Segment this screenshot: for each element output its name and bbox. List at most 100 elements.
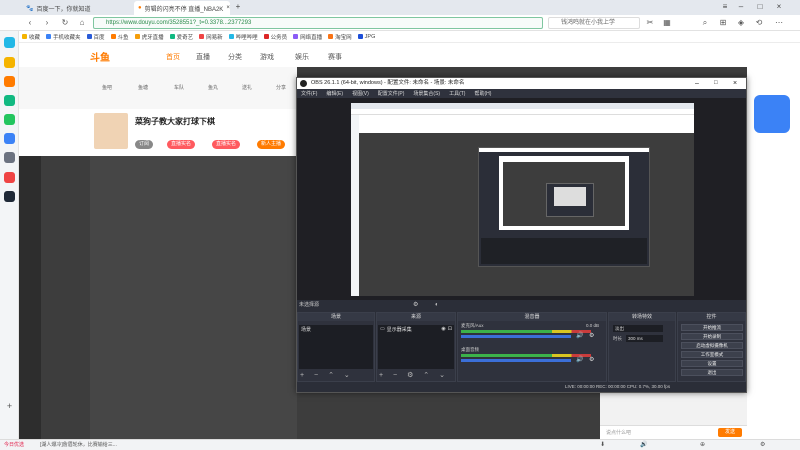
app-icon[interactable]	[4, 37, 15, 48]
gear-icon[interactable]: ⚙	[589, 332, 594, 339]
list-item[interactable]: 场景	[299, 325, 373, 334]
site-logo[interactable]: 斗鱼	[90, 49, 130, 64]
menu-file[interactable]: 文件(F)	[301, 90, 317, 97]
nav-home[interactable]: 首页	[166, 52, 180, 62]
bookmark-item[interactable]: 斗鱼	[110, 33, 129, 41]
exit-button[interactable]: 退出	[681, 369, 743, 376]
nav-live[interactable]: 直播	[196, 52, 210, 62]
mascot-image[interactable]	[754, 95, 790, 133]
transition-select[interactable]: 淡出	[613, 325, 663, 332]
gear-icon[interactable]: ⚙	[589, 356, 594, 363]
obs-preview-canvas[interactable]	[351, 103, 694, 296]
home-icon[interactable]: ⌂	[77, 18, 87, 28]
toolbar-item[interactable]: 分享	[266, 84, 296, 91]
app-icon[interactable]	[4, 152, 15, 163]
wechat-icon[interactable]	[4, 114, 15, 125]
shield-icon[interactable]: ◈	[736, 18, 746, 28]
bookmark-item[interactable]: 百度	[86, 33, 105, 41]
speaker-icon[interactable]: 🔊	[576, 332, 583, 339]
bookmark-item[interactable]: 网易新	[199, 33, 223, 41]
video-player[interactable]	[90, 156, 297, 439]
start-recording-button[interactable]: 开始录制	[681, 333, 743, 340]
menu-view[interactable]: 视图(V)	[352, 90, 369, 97]
nav-events[interactable]: 赛事	[328, 52, 342, 62]
close-icon[interactable]: ×	[226, 5, 230, 11]
bookmark-item[interactable]: 手机收藏夹	[46, 33, 81, 41]
volume-slider[interactable]	[461, 359, 571, 362]
tab-douyu[interactable]: ● 剪辑的闪亮不停 直播_NBA2K ×	[134, 1, 230, 15]
close-button[interactable]: ×	[733, 78, 737, 89]
bookmark-item[interactable]: 虎牙直播	[134, 33, 164, 41]
extensions-icon[interactable]: ⊞	[718, 18, 728, 28]
bookmark-item[interactable]: 淘宝网	[328, 33, 352, 41]
dock-controls[interactable]: + − ⌃ ⌄	[300, 371, 354, 379]
menu-profile[interactable]: 配置文件(P)	[378, 90, 405, 97]
chip[interactable]: 直播实名	[167, 140, 196, 149]
dock-controls[interactable]: + − ⚙ ⌃ ⌄	[379, 371, 449, 379]
download-icon[interactable]: ⬇	[600, 440, 605, 450]
filter-icon[interactable]: ◐	[435, 300, 439, 310]
bookmark-item[interactable]: 爱奇艺	[169, 33, 193, 41]
url-input[interactable]: https://www.douyu.com/3528551?_t=0.3378.…	[93, 17, 543, 29]
forward-icon[interactable]: ›	[42, 18, 52, 28]
toolbar-item[interactable]: 鱼塘	[128, 84, 158, 91]
nav-entertainment[interactable]: 娱乐	[295, 52, 309, 62]
tab-baidu[interactable]: 🐾 百度一下，你就知道	[22, 1, 132, 15]
scissors-icon[interactable]: ✂	[645, 18, 655, 28]
chip[interactable]: 新人主播	[257, 140, 286, 149]
daily-picks-link[interactable]: 今日优选	[4, 440, 24, 450]
toolbar-item[interactable]: 鱼丸	[198, 84, 228, 91]
gear-icon[interactable]: ⚙	[413, 300, 418, 310]
maximize-button[interactable]: □	[755, 2, 765, 12]
app-icon[interactable]	[4, 57, 15, 68]
chip[interactable]: 订阅	[135, 140, 154, 149]
studio-mode-button[interactable]: 工作室模式	[681, 351, 743, 358]
chat-icon[interactable]	[4, 95, 15, 106]
refresh-icon[interactable]: ↻	[60, 18, 70, 28]
toolbar-item[interactable]: 车队	[164, 84, 194, 91]
menu-scene-collection[interactable]: 场景集合(S)	[413, 90, 440, 97]
minimize-button[interactable]: –	[695, 78, 699, 89]
chat-input[interactable]: 说点什么吧	[606, 429, 631, 436]
speaker-icon[interactable]: 🔊	[640, 440, 647, 450]
avatar[interactable]	[94, 113, 128, 149]
maximize-button[interactable]: □	[714, 78, 718, 89]
volume-slider[interactable]	[461, 335, 571, 338]
nav-games[interactable]: 游戏	[260, 52, 274, 62]
lock-icon[interactable]: ⊡	[448, 326, 452, 333]
search-icon[interactable]: ⌕	[700, 18, 710, 28]
duration-input[interactable]: 300 ms	[626, 335, 663, 342]
back-icon[interactable]: ‹	[25, 18, 35, 28]
new-tab-button[interactable]: +	[233, 2, 243, 12]
history-icon[interactable]: ⟲	[754, 18, 764, 28]
chip[interactable]: 直播实名	[212, 140, 241, 149]
close-window-button[interactable]: ×	[774, 2, 784, 12]
toolbar-item[interactable]: 送礼	[232, 84, 262, 91]
zoom-icon[interactable]: ⊕	[700, 440, 705, 450]
bookmark-item[interactable]: 网络直播	[293, 33, 322, 41]
settings-button[interactable]: 设置	[681, 360, 743, 367]
bookmark-item[interactable]: 哔哩哔哩	[228, 33, 258, 41]
more-icon[interactable]: ⋯	[774, 18, 784, 28]
bookmark-item[interactable]: 收藏	[22, 33, 40, 41]
search-input[interactable]: 钱鸿鸣就在小我上学	[548, 17, 640, 29]
toolbar-item[interactable]: 鱼吧	[92, 84, 122, 91]
menu-icon[interactable]: ≡	[720, 2, 730, 12]
grid-icon[interactable]: ▦	[662, 18, 672, 28]
list-item[interactable]: ▭ 显示器采集 ◉ ⊡	[378, 325, 454, 334]
news-ticker[interactable]: [湖人爆冷]詹眉轮休，比赛输给三...	[40, 440, 117, 450]
nav-category[interactable]: 分类	[228, 52, 242, 62]
app-icon[interactable]	[4, 133, 15, 144]
menu-edit[interactable]: 编辑(E)	[326, 90, 343, 97]
send-button[interactable]: 发送	[718, 428, 742, 437]
menu-help[interactable]: 帮助(H)	[474, 90, 491, 97]
menu-tools[interactable]: 工具(T)	[449, 90, 465, 97]
app-icon[interactable]	[4, 191, 15, 202]
bookmark-item[interactable]: JPG	[357, 34, 375, 40]
app-icon[interactable]	[4, 172, 15, 183]
minimize-button[interactable]: –	[736, 2, 746, 12]
virtual-camera-button[interactable]: 启动虚拟摄像机	[681, 342, 743, 349]
settings-icon[interactable]: ⚙	[760, 440, 765, 450]
eye-icon[interactable]: ◉	[441, 326, 445, 333]
speaker-icon[interactable]: 🔊	[576, 356, 583, 363]
